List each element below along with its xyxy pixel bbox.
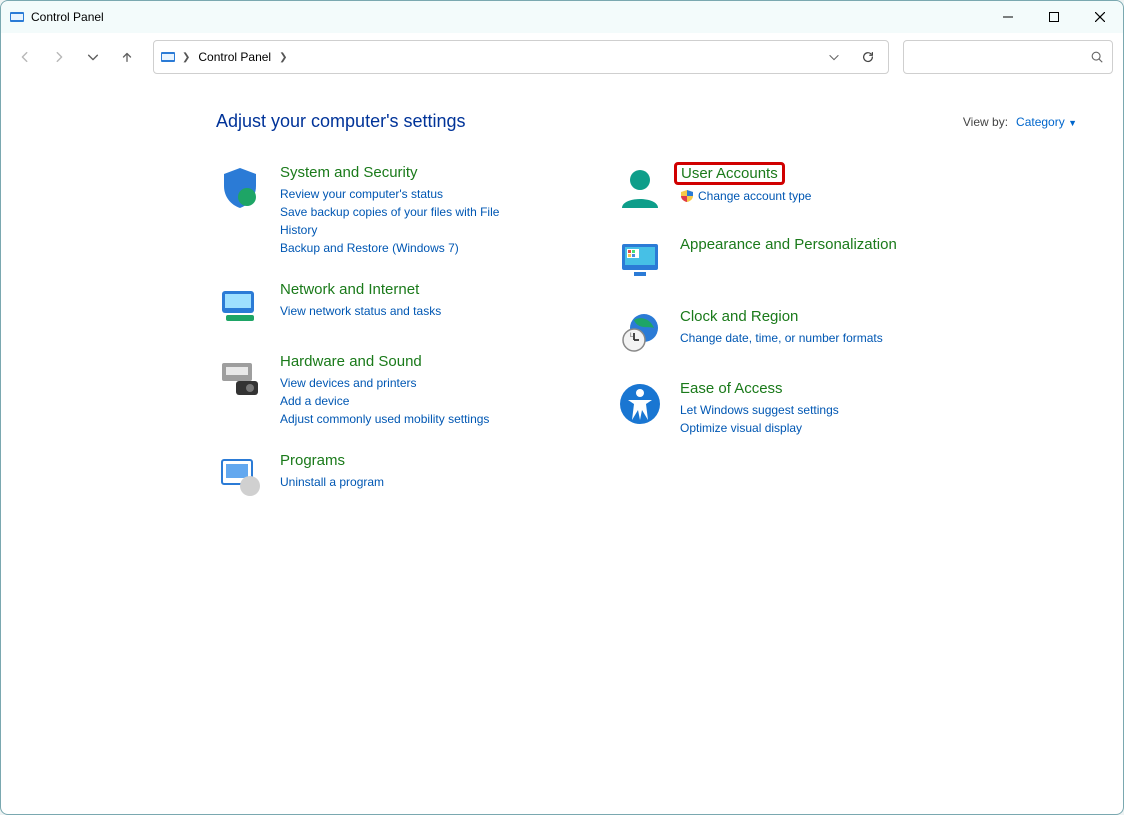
programs-icon: [216, 452, 264, 500]
category-sub-link[interactable]: Adjust commonly used mobility settings: [280, 410, 536, 428]
forward-button[interactable]: [45, 43, 73, 71]
category-programs: Programs Uninstall a program: [216, 452, 536, 500]
category-sub-link[interactable]: Review your computer's status: [280, 185, 536, 203]
printer-camera-icon: [216, 353, 264, 401]
category-sub-link[interactable]: Change date, time, or number formats: [680, 329, 936, 347]
control-panel-icon: [160, 49, 176, 65]
refresh-button[interactable]: [854, 43, 882, 71]
category-title-link[interactable]: User Accounts: [681, 165, 778, 182]
category-column-right: User Accounts Change account type: [616, 164, 936, 524]
category-title-link[interactable]: Clock and Region: [680, 308, 798, 325]
category-sub-link[interactable]: Backup and Restore (Windows 7): [280, 239, 536, 257]
search-icon: [1090, 50, 1104, 64]
clock-globe-icon: L: [616, 308, 664, 356]
view-by-value[interactable]: Category ▼: [1016, 115, 1077, 129]
window-title: Control Panel: [31, 10, 104, 24]
view-by-label: View by:: [963, 115, 1008, 129]
accessibility-icon: [616, 380, 664, 428]
category-sub-link[interactable]: Let Windows suggest settings: [680, 401, 936, 419]
address-bar[interactable]: ❯ Control Panel ❯: [153, 40, 889, 74]
category-sub-link[interactable]: Save backup copies of your files with Fi…: [280, 203, 536, 239]
close-button[interactable]: [1077, 1, 1123, 33]
category-sub-link[interactable]: Add a device: [280, 392, 536, 410]
search-box[interactable]: [903, 40, 1113, 74]
category-title-link[interactable]: Ease of Access: [680, 380, 783, 397]
category-system-and-security: System and Security Review your computer…: [216, 164, 536, 257]
globe-monitor-icon: [216, 281, 264, 329]
category-title-link[interactable]: Network and Internet: [280, 281, 419, 298]
page-heading: Adjust your computer's settings: [216, 111, 466, 132]
up-button[interactable]: [113, 43, 141, 71]
chevron-right-icon[interactable]: ❯: [182, 52, 190, 63]
category-network-and-internet: Network and Internet View network status…: [216, 281, 536, 329]
highlight-box: User Accounts: [674, 162, 785, 185]
category-title-link[interactable]: Programs: [280, 452, 345, 469]
maximize-button[interactable]: [1031, 1, 1077, 33]
address-history-dropdown[interactable]: [820, 43, 848, 71]
content-area: Adjust your computer's settings View by:…: [1, 81, 1123, 814]
title-bar: Control Panel: [1, 1, 1123, 33]
uac-shield-icon: [680, 189, 694, 203]
category-title-link[interactable]: System and Security: [280, 164, 418, 181]
control-panel-icon: [9, 9, 25, 25]
category-sub-link[interactable]: View devices and printers: [280, 374, 536, 392]
breadcrumb-root[interactable]: Control Panel: [196, 48, 273, 66]
shield-icon: [216, 164, 264, 212]
category-hardware-and-sound: Hardware and Sound View devices and prin…: [216, 353, 536, 428]
navigation-toolbar: ❯ Control Panel ❯: [1, 33, 1123, 81]
category-column-left: System and Security Review your computer…: [216, 164, 536, 524]
category-clock-and-region: L Clock and Region Change date, time, or…: [616, 308, 936, 356]
category-sub-link[interactable]: Change account type: [698, 187, 811, 205]
category-title-link[interactable]: Hardware and Sound: [280, 353, 422, 370]
category-sub-link[interactable]: Optimize visual display: [680, 419, 936, 437]
control-panel-window: Control Panel ❯ Control P: [0, 0, 1124, 815]
category-sub-link[interactable]: Uninstall a program: [280, 473, 536, 491]
category-ease-of-access: Ease of Access Let Windows suggest setti…: [616, 380, 936, 437]
minimize-button[interactable]: [985, 1, 1031, 33]
category-sub-link[interactable]: View network status and tasks: [280, 302, 536, 320]
chevron-right-icon[interactable]: ❯: [279, 52, 287, 63]
view-by-selector: View by: Category ▼: [963, 115, 1077, 129]
recent-locations-button[interactable]: [79, 43, 107, 71]
user-icon: [616, 164, 664, 212]
back-button[interactable]: [11, 43, 39, 71]
category-appearance-and-personalization: Appearance and Personalization: [616, 236, 936, 284]
category-user-accounts: User Accounts Change account type: [616, 164, 936, 212]
monitor-personalization-icon: [616, 236, 664, 284]
category-title-link[interactable]: Appearance and Personalization: [680, 236, 897, 253]
